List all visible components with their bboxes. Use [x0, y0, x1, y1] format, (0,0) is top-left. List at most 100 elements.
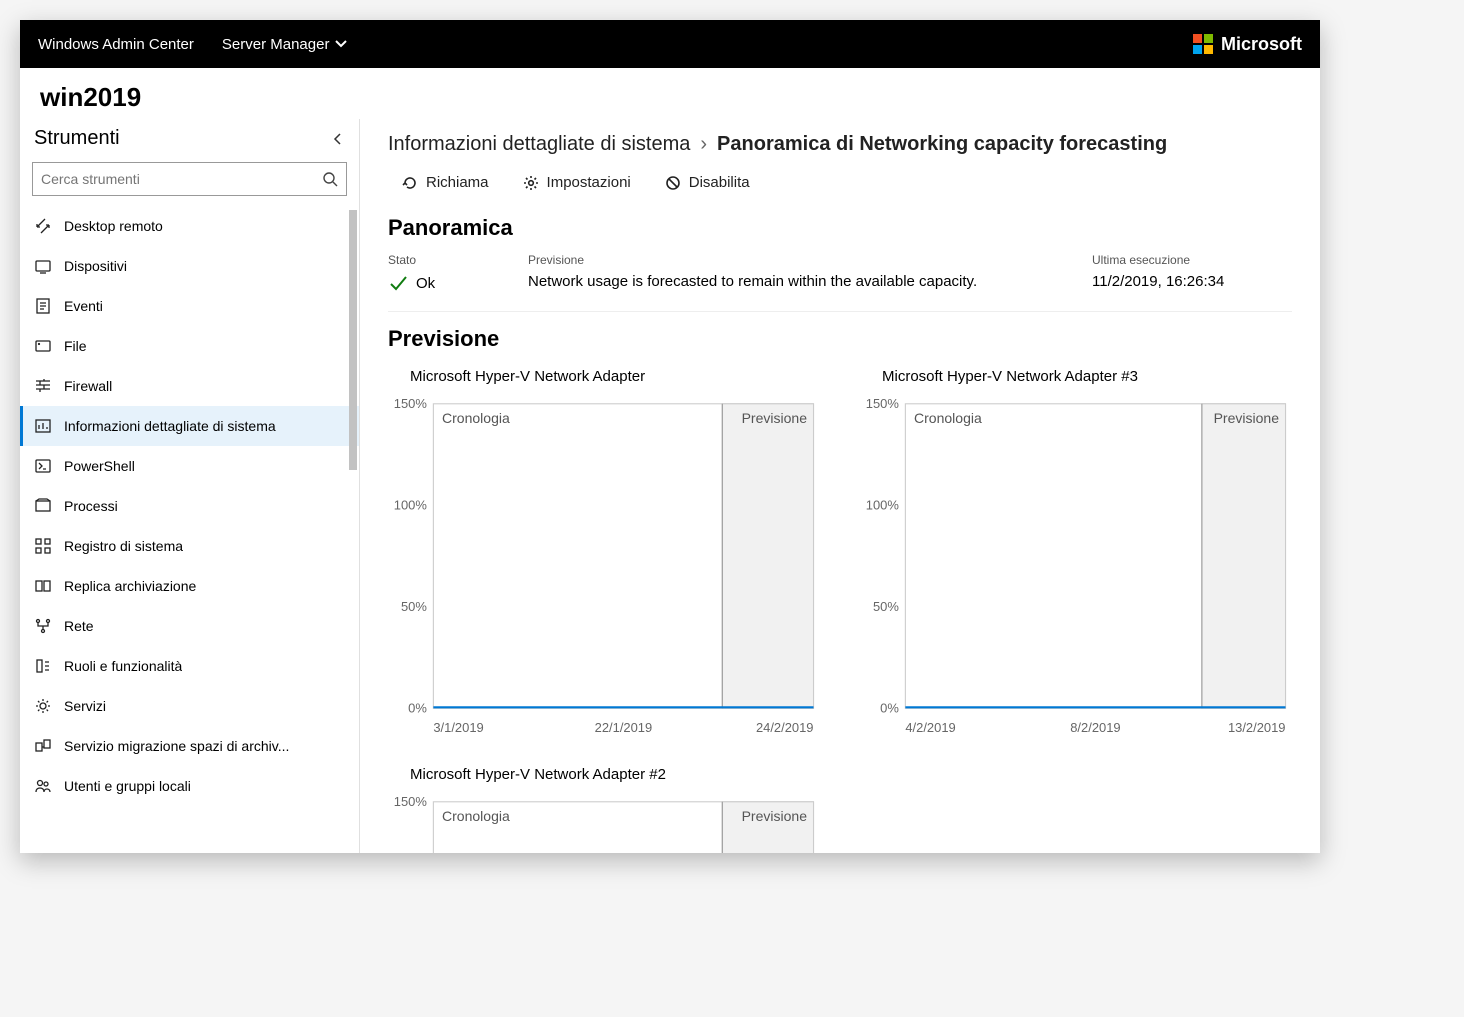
state-label: Stato [388, 253, 488, 267]
svg-text:Previsione: Previsione [742, 410, 808, 426]
sidebar-item-firewall[interactable]: Firewall [20, 366, 359, 406]
search-box[interactable] [32, 162, 347, 196]
server-manager-menu[interactable]: Server Manager [222, 36, 348, 53]
sidebar-item-label: Dispositivi [64, 258, 127, 274]
chart-title: Microsoft Hyper-V Network Adapter #3 [882, 368, 1292, 385]
chart: Cronologia Previsione 0%50%100%150%4/2/2… [860, 393, 1292, 739]
microsoft-text: Microsoft [1221, 34, 1302, 55]
scrollbar[interactable] [349, 206, 357, 853]
network-icon [34, 617, 52, 635]
chevron-down-icon [335, 38, 347, 50]
svg-text:Previsione: Previsione [742, 808, 808, 824]
svg-text:100%: 100% [866, 498, 900, 513]
chart-title: Microsoft Hyper-V Network Adapter #2 [410, 766, 820, 783]
invoke-action[interactable]: Richiama [402, 174, 489, 191]
chart-block: Microsoft Hyper-V Network Adapter #3 Cro… [860, 364, 1292, 744]
sidebar-item-migration[interactable]: Servizio migrazione spazi di archiv... [20, 726, 359, 766]
state-value: Ok [416, 275, 435, 292]
search-icon [322, 171, 338, 187]
sidebar-item-services[interactable]: Servizi [20, 686, 359, 726]
firewall-icon [34, 377, 52, 395]
overview-heading: Panoramica [388, 215, 1292, 241]
microsoft-icon [1193, 34, 1213, 54]
sidebar-item-insights[interactable]: Informazioni dettagliate di sistema [20, 406, 359, 446]
svg-text:Cronologia: Cronologia [442, 410, 510, 426]
breadcrumb: Informazioni dettagliate di sistema › Pa… [388, 127, 1292, 170]
sidebar-item-label: Registro di sistema [64, 538, 183, 554]
powershell-icon [34, 457, 52, 475]
sidebar-item-label: Servizi [64, 698, 106, 714]
users-icon [34, 777, 52, 795]
sidebar-item-powershell[interactable]: PowerShell [20, 446, 359, 486]
registry-icon [34, 537, 52, 555]
svg-text:Previsione: Previsione [1214, 410, 1280, 426]
roles-icon [34, 657, 52, 675]
svg-text:150%: 150% [394, 396, 428, 411]
microsoft-logo: Microsoft [1193, 34, 1302, 55]
sidebar: Strumenti Desktop remotoDispositiviEvent… [20, 119, 360, 853]
gear-icon [523, 175, 539, 191]
disable-icon [665, 175, 681, 191]
sidebar-item-label: Ruoli e funzionalità [64, 658, 182, 674]
disable-label: Disabilita [689, 174, 750, 191]
server-manager-label: Server Manager [222, 36, 330, 53]
sidebar-item-roles[interactable]: Ruoli e funzionalità [20, 646, 359, 686]
settings-action[interactable]: Impostazioni [523, 174, 631, 191]
overview-row: Stato Ok Previsione Network usage is for… [388, 253, 1292, 312]
lastrun-label: Ultima esecuzione [1092, 253, 1292, 267]
sidebar-item-label: File [64, 338, 87, 354]
sidebar-item-label: Processi [64, 498, 118, 514]
sidebar-item-remote[interactable]: Desktop remoto [20, 206, 359, 246]
svg-text:8/2/2019: 8/2/2019 [1070, 720, 1120, 735]
sidebar-item-label: Desktop remoto [64, 218, 163, 234]
search-input[interactable] [41, 171, 322, 187]
check-icon [388, 273, 408, 293]
sidebar-item-file[interactable]: File [20, 326, 359, 366]
chart-block: Microsoft Hyper-V Network Adapter Cronol… [388, 364, 820, 744]
sidebar-item-network[interactable]: Rete [20, 606, 359, 646]
remote-icon [34, 217, 52, 235]
svg-text:4/2/2019: 4/2/2019 [905, 720, 955, 735]
sidebar-item-users[interactable]: Utenti e gruppi locali [20, 766, 359, 806]
sidebar-item-label: Firewall [64, 378, 112, 394]
sidebar-item-label: Utenti e gruppi locali [64, 778, 191, 794]
svg-text:50%: 50% [401, 599, 427, 614]
svg-text:22/1/2019: 22/1/2019 [595, 720, 653, 735]
sidebar-item-label: Rete [64, 618, 94, 634]
main-content: Informazioni dettagliate di sistema › Pa… [360, 119, 1320, 853]
insights-icon [34, 417, 52, 435]
sidebar-item-label: PowerShell [64, 458, 135, 474]
disable-action[interactable]: Disabilita [665, 174, 750, 191]
sidebar-item-replica[interactable]: Replica archiviazione [20, 566, 359, 606]
svg-text:100%: 100% [394, 498, 428, 513]
chart: Cronologia Previsione 0% 50% 100% 150% 3/1/2… [388, 393, 820, 739]
app-brand[interactable]: Windows Admin Center [38, 36, 194, 53]
sidebar-item-label: Servizio migrazione spazi di archiv... [64, 738, 289, 754]
services-icon [34, 697, 52, 715]
settings-label: Impostazioni [547, 174, 631, 191]
svg-text:3/1/2019: 3/1/2019 [433, 720, 483, 735]
svg-text:150%: 150% [394, 794, 428, 809]
collapse-sidebar-icon[interactable] [331, 132, 345, 146]
device-icon [34, 257, 52, 275]
breadcrumb-parent[interactable]: Informazioni dettagliate di sistema [388, 133, 690, 156]
events-icon [34, 297, 52, 315]
action-bar: Richiama Impostazioni Disabilita [388, 170, 1292, 209]
migration-icon [34, 737, 52, 755]
svg-text:150%: 150% [866, 396, 900, 411]
file-icon [34, 337, 52, 355]
sidebar-item-processes[interactable]: Processi [20, 486, 359, 526]
forecast-value: Network usage is forecasted to remain wi… [528, 273, 977, 290]
sidebar-item-events[interactable]: Eventi [20, 286, 359, 326]
sidebar-item-device[interactable]: Dispositivi [20, 246, 359, 286]
svg-text:0%: 0% [880, 701, 899, 716]
breadcrumb-separator-icon: › [700, 133, 707, 156]
invoke-label: Richiama [426, 174, 489, 191]
refresh-icon [402, 175, 418, 191]
svg-text:13/2/2019: 13/2/2019 [1228, 720, 1286, 735]
svg-text:0%: 0% [408, 701, 427, 716]
replica-icon [34, 577, 52, 595]
chart: Cronologia Previsione 0%50%100%150% [388, 791, 820, 853]
sidebar-item-registry[interactable]: Registro di sistema [20, 526, 359, 566]
server-name: win2019 [20, 68, 1320, 119]
